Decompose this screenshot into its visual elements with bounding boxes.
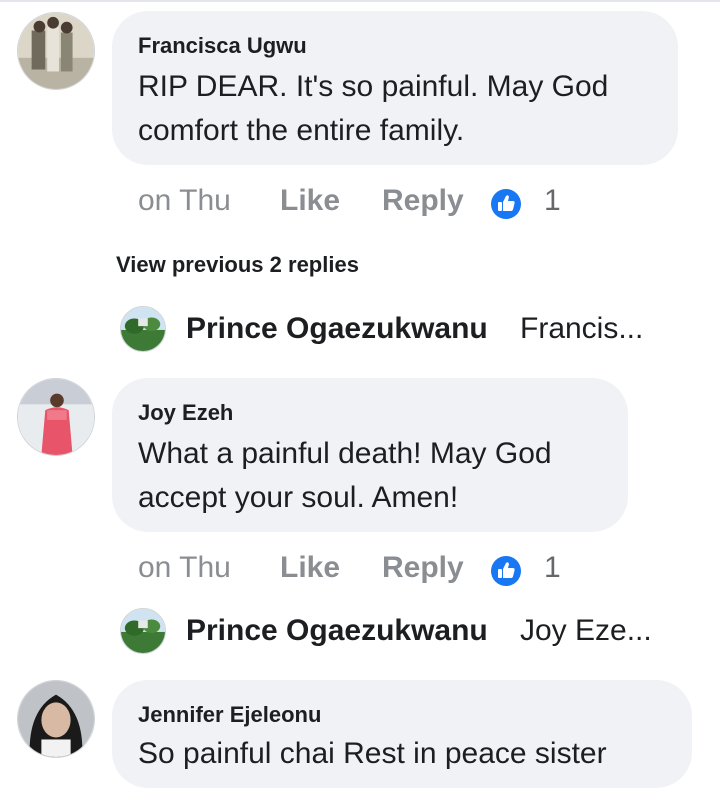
thumbs-up-icon[interactable] — [490, 188, 522, 220]
comment-text-line: comfort the entire family. — [138, 114, 465, 147]
profile-photo-icon — [121, 307, 165, 351]
comment-timestamp[interactable]: on Thu — [138, 184, 231, 218]
reply-author[interactable]: Prince Ogaezukwanu — [186, 312, 488, 346]
comment-author[interactable]: Jennifer Ejeleonu — [138, 702, 321, 728]
profile-photo-icon — [18, 379, 94, 455]
reply-button[interactable]: Reply — [382, 184, 464, 218]
reply-snippet[interactable]: Joy Eze... — [520, 614, 652, 648]
comment-text-line: So painful chai Rest in peace sister — [138, 737, 607, 770]
comment-text-line: What a painful death! May God — [138, 437, 552, 470]
comment-author[interactable]: Francisca Ugwu — [138, 33, 307, 59]
reaction-count[interactable]: 1 — [544, 184, 561, 218]
avatar[interactable] — [17, 680, 95, 758]
comment-text: What a painful death! May God accept you… — [138, 432, 552, 520]
avatar[interactable] — [120, 608, 166, 654]
view-previous-replies-link[interactable]: View previous 2 replies — [116, 252, 359, 278]
comment-text-line: accept your soul. Amen! — [138, 481, 459, 514]
comment-text: RIP DEAR. It's so painful. May God comfo… — [138, 65, 608, 153]
comment-bubble: Jennifer Ejeleonu So painful chai Rest i… — [112, 680, 692, 788]
reaction-count[interactable]: 1 — [544, 551, 561, 585]
comment-bubble: Francisca Ugwu RIP DEAR. It's so painful… — [112, 11, 678, 165]
avatar[interactable] — [120, 306, 166, 352]
avatar[interactable] — [17, 378, 95, 456]
thumbs-up-icon[interactable] — [490, 555, 522, 587]
comment-author[interactable]: Joy Ezeh — [138, 400, 233, 426]
like-button[interactable]: Like — [280, 551, 340, 585]
reply-author[interactable]: Prince Ogaezukwanu — [186, 614, 488, 648]
comment-text: So painful chai Rest in peace sister — [138, 732, 607, 776]
comment-bubble: Joy Ezeh What a painful death! May God a… — [112, 378, 628, 532]
comment-actions: on Thu Like Reply 1 — [138, 551, 578, 591]
comment-actions: on Thu Like Reply 1 — [138, 184, 578, 224]
reply-preview[interactable]: Prince Ogaezukwanu Francis... — [120, 306, 680, 356]
avatar[interactable] — [17, 12, 95, 90]
profile-photo-icon — [18, 681, 94, 757]
reply-button[interactable]: Reply — [382, 551, 464, 585]
profile-photo-icon — [18, 13, 94, 89]
top-divider — [0, 0, 720, 2]
comment-timestamp[interactable]: on Thu — [138, 551, 231, 585]
like-button[interactable]: Like — [280, 184, 340, 218]
profile-photo-icon — [121, 609, 165, 653]
comment-text-line: RIP DEAR. It's so painful. May God — [138, 70, 609, 103]
reply-snippet[interactable]: Francis... — [520, 312, 643, 346]
reply-preview[interactable]: Prince Ogaezukwanu Joy Eze... — [120, 608, 680, 658]
